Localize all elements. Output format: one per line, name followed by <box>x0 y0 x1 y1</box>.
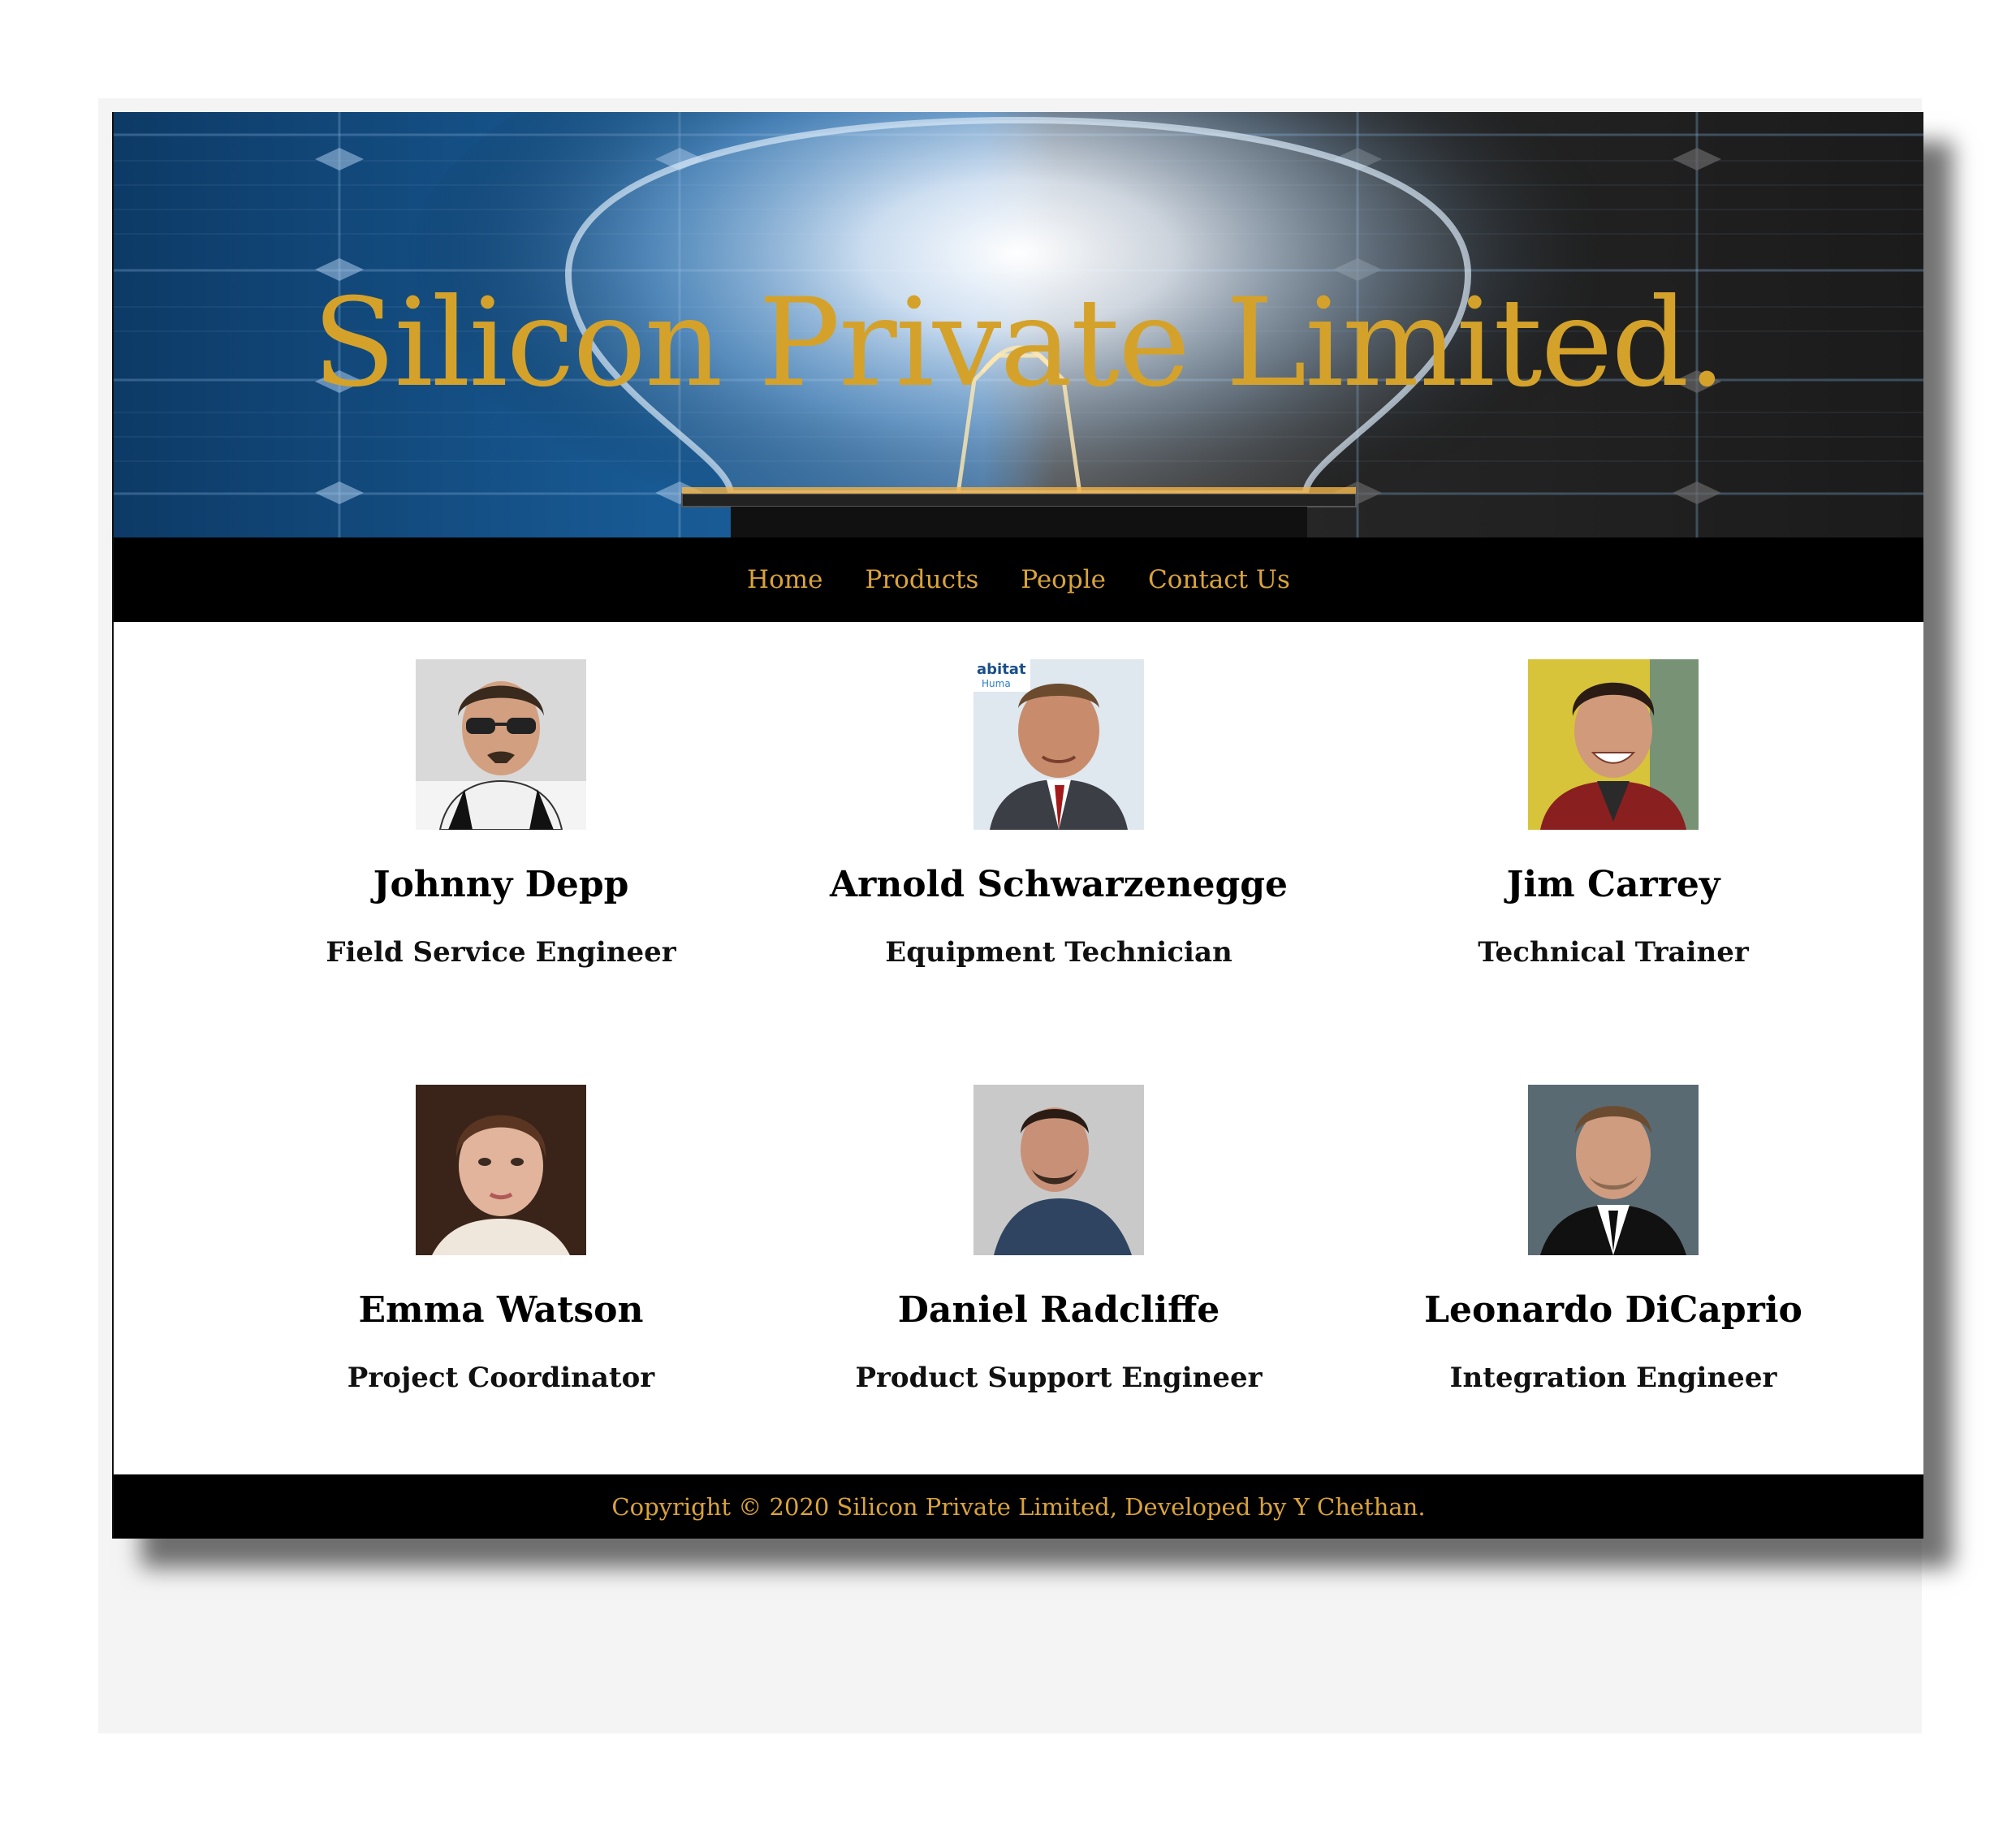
person-photo <box>416 1085 586 1255</box>
person-card: Johnny Depp Field Service Engineer <box>224 659 778 969</box>
person-role: Integration Engineer <box>1449 1362 1777 1394</box>
header-banner: Silicon Private Limited. <box>114 112 1923 537</box>
nav-contact-link[interactable]: Contact Us <box>1148 565 1290 594</box>
person-name: Emma Watson <box>358 1289 644 1331</box>
site-footer: Copyright © 2020 Silicon Private Limited… <box>114 1474 1923 1539</box>
person-name: Daniel Radcliffe <box>897 1289 1220 1331</box>
nav-people-link[interactable]: People <box>1021 565 1106 594</box>
person-photo <box>1528 659 1699 830</box>
person-role: Project Coordinator <box>347 1362 655 1394</box>
main-nav: Home Products People Contact Us <box>114 537 1923 622</box>
person-card: abitat Huma Arnold Schwarzenegge Equipme… <box>782 659 1336 969</box>
person-card: Jim Carrey Technical Trainer <box>1336 659 1890 969</box>
person-name: Jim Carrey <box>1506 864 1720 905</box>
nav-products-link[interactable]: Products <box>865 565 978 594</box>
people-grid: Johnny Depp Field Service Engineer abita… <box>114 622 1923 1435</box>
person-name: Arnold Schwarzenegge <box>829 864 1289 905</box>
svg-text:Huma: Huma <box>982 678 1011 689</box>
person-role: Field Service Engineer <box>326 936 676 969</box>
person-name: Leonardo DiCaprio <box>1424 1289 1802 1331</box>
person-photo <box>416 659 586 830</box>
svg-text:abitat: abitat <box>977 661 1026 678</box>
site-container: Silicon Private Limited. Home Products P… <box>112 112 1923 1539</box>
person-role: Product Support Engineer <box>855 1362 1263 1394</box>
person-photo <box>973 1085 1144 1255</box>
person-role: Equipment Technician <box>885 936 1232 969</box>
person-name: Johnny Depp <box>373 864 629 905</box>
person-card: Emma Watson Project Coordinator <box>224 1085 778 1394</box>
person-card: Leonardo DiCaprio Integration Engineer <box>1336 1085 1890 1394</box>
person-card: Daniel Radcliffe Product Support Enginee… <box>782 1085 1336 1394</box>
person-photo: abitat Huma <box>973 659 1144 830</box>
nav-home-link[interactable]: Home <box>747 565 822 594</box>
person-role: Technical Trainer <box>1478 936 1749 969</box>
site-title: Silicon Private Limited. <box>312 273 1726 414</box>
footer-copyright: Copyright © 2020 Silicon Private Limited… <box>611 1492 1426 1521</box>
person-photo <box>1528 1085 1699 1255</box>
